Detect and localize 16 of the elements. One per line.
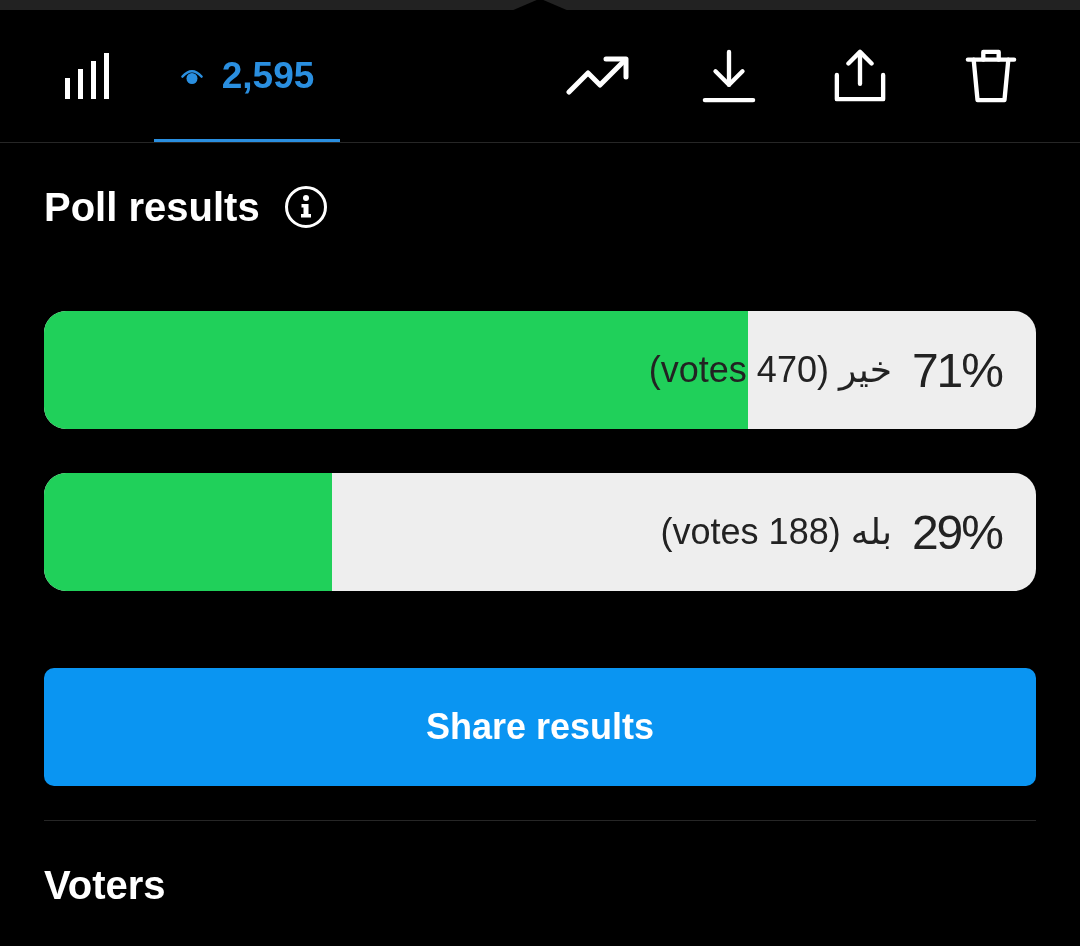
section-title: Voters [44, 862, 166, 909]
download-icon [701, 49, 756, 103]
trending-up-icon [565, 56, 630, 96]
share-icon [832, 49, 887, 103]
info-icon [283, 185, 328, 229]
eye-icon [179, 67, 204, 85]
trash-icon [964, 49, 1017, 103]
share-results-button[interactable]: Share results [44, 668, 1036, 786]
option-label: خیر (470 votes) [648, 349, 892, 391]
info-button[interactable] [283, 185, 328, 229]
section-title: Poll results [44, 184, 260, 231]
tab[interactable]: 2,595 [154, 10, 340, 142]
option-percent: 29% [911, 504, 1002, 560]
bar-chart-icon [65, 53, 111, 99]
option-percent: 71% [911, 342, 1002, 398]
option-label: بله (188 votes) [660, 511, 892, 553]
